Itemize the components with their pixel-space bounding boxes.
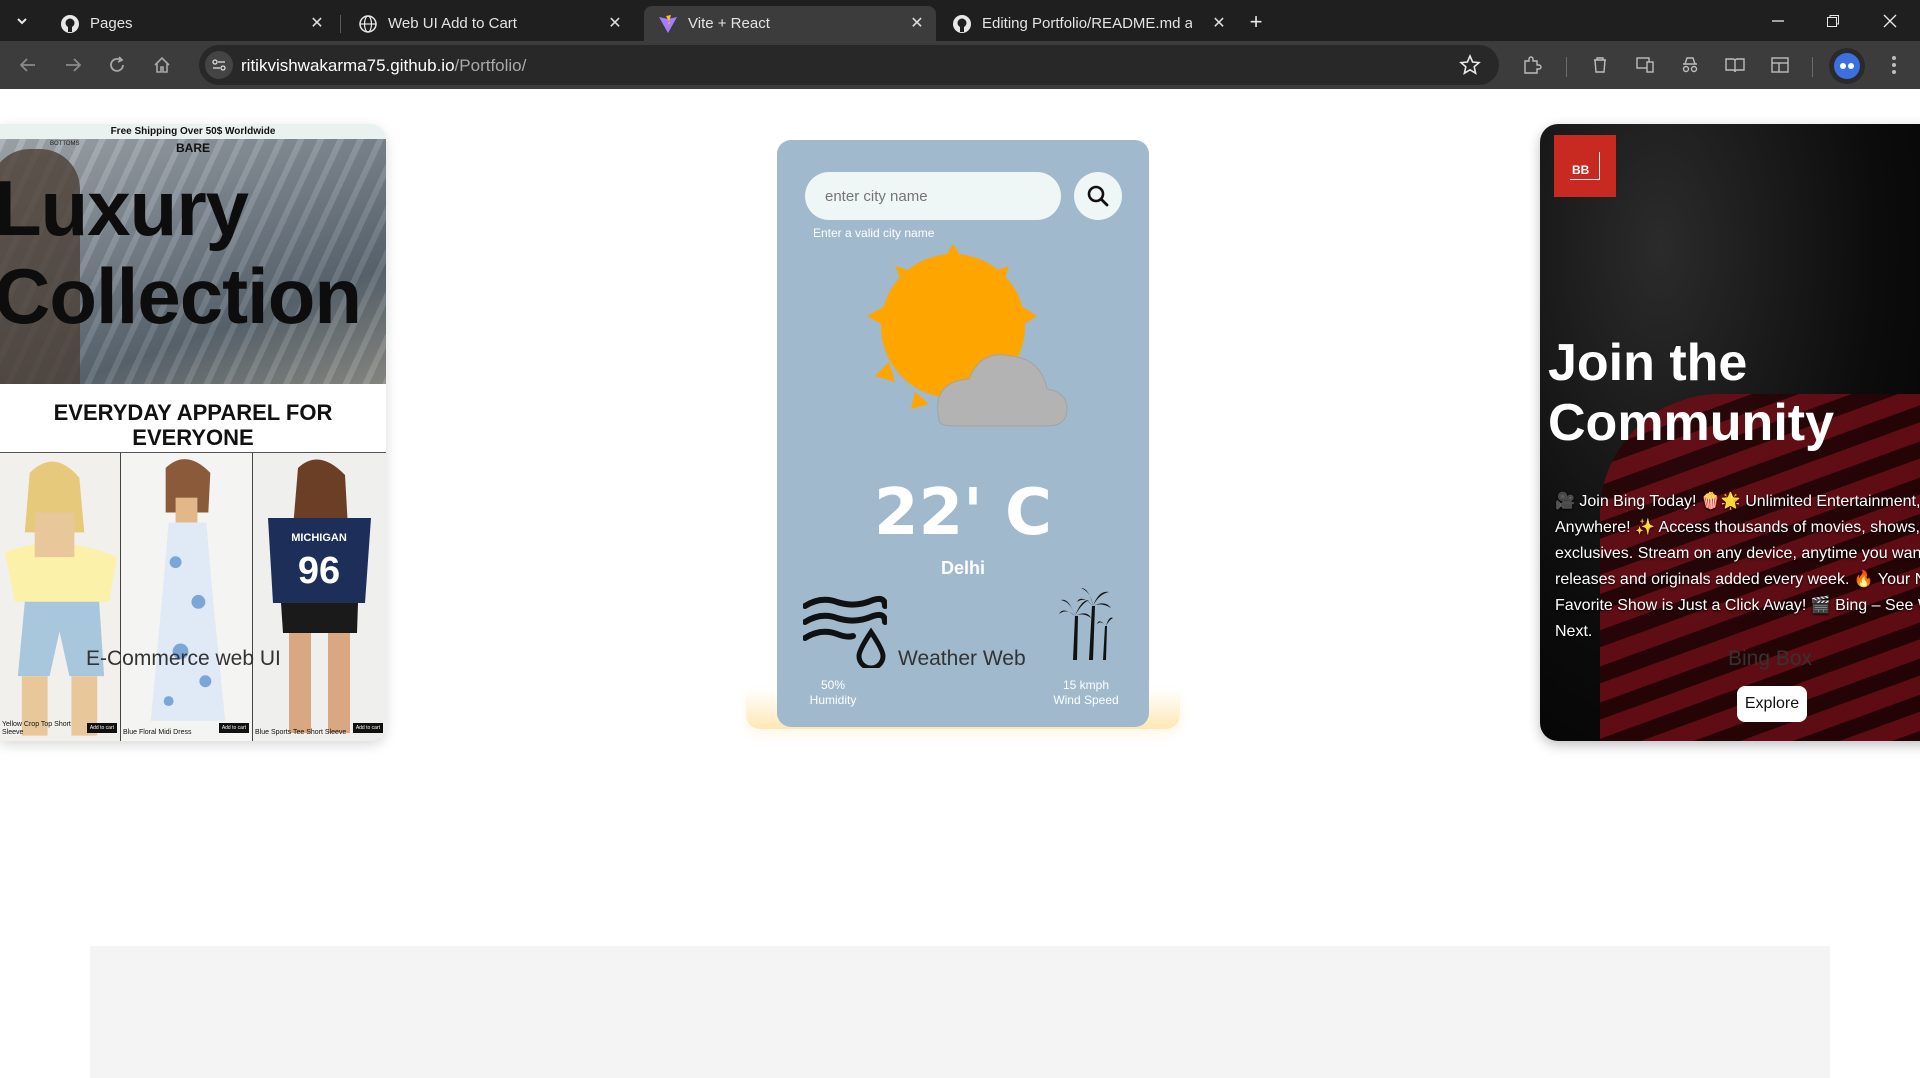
search-icon (1087, 185, 1109, 207)
project-card-bingbox[interactable]: BB Join the Community 🎥 Join Bing Today!… (1540, 124, 1920, 769)
tab-search-chevron-icon[interactable] (10, 9, 34, 33)
github-icon (952, 14, 972, 34)
portfolio-page: Free Shipping Over 50$ Worldwide BOTTOMS… (0, 89, 1920, 1078)
humidity-icon (803, 595, 887, 668)
palm-trees-wind-icon (1059, 588, 1113, 660)
humidity-label: Humidity (809, 693, 857, 707)
product-name: Blue Floral Midi Dress (123, 729, 192, 736)
add-to-cart-button[interactable]: Add to cart (352, 723, 383, 733)
product-name: Yellow Crop Top Short Sleeve (2, 721, 71, 736)
ecommerce-brand: BARE (175, 141, 210, 155)
bingbox-description: 🎥 Join Bing Today! 🍿🌟 Unlimited Entertai… (1555, 493, 1920, 640)
bingbox-logo: BB (1554, 135, 1616, 197)
wind-speed-label: Wind Speed (1053, 693, 1119, 707)
ecommerce-tagline: EVERYDAY APPAREL FOR EVERYONE (0, 384, 386, 452)
side-panel-icon[interactable] (1768, 53, 1792, 77)
close-tab-icon[interactable]: ✕ (308, 14, 326, 32)
sun-cloud-icon (867, 244, 1068, 427)
temperature-value: 22' C (874, 476, 1052, 550)
url-text[interactable]: ritikvishwakarma75.github.io/Portfolio/ (241, 56, 526, 76)
ecommerce-hero: BOTTOMS BARE Luxury Collection (0, 139, 386, 384)
ecommerce-product-grid: Yellow Crop Top Short Sleeve Add to cart… (0, 452, 386, 741)
github-icon (60, 14, 80, 34)
hero-heading-line1: Luxury (0, 164, 249, 252)
toolbar-divider (1812, 57, 1813, 77)
humidity-readout: 50% Humidity (783, 678, 883, 708)
tab-vite-react[interactable]: Vite + React ✕ (644, 6, 936, 41)
trash-icon[interactable] (1588, 53, 1612, 77)
restore-window-icon[interactable] (1813, 8, 1853, 34)
profile-avatar[interactable] (1829, 48, 1865, 84)
new-tab-button[interactable]: + (1245, 9, 1267, 34)
explore-button[interactable]: Explore (1737, 686, 1807, 722)
close-tab-icon[interactable]: ✕ (1210, 14, 1228, 32)
url-host: ritikvishwakarma75.github.io (241, 56, 455, 75)
wind-speed-readout: 15 kmph Wind Speed (1036, 678, 1136, 708)
product-photo-yellow-top (4, 461, 118, 736)
extensions-puzzle-icon[interactable] (1520, 53, 1544, 77)
svg-text:MICHIGAN: MICHIGAN (291, 532, 347, 544)
humidity-value: 50% (820, 678, 846, 692)
search-button[interactable] (1074, 172, 1122, 220)
close-window-icon[interactable] (1870, 8, 1910, 34)
product-name: Blue Sports Tee Short Sleeve (255, 729, 347, 736)
avatar-icon (1834, 53, 1860, 79)
product-photo-sports-tee: MICHIGAN 96 (268, 459, 371, 733)
toolbar-divider (1566, 57, 1567, 77)
hero-heading-line2: Collection (0, 252, 362, 340)
product-card: Yellow Crop Top Short Sleeve Add to cart (0, 453, 121, 741)
bingbox-heading: Join the Community (1548, 334, 1834, 452)
tab-editing-readme[interactable]: Editing Portfolio/README.md a ✕ (938, 6, 1238, 41)
bookmark-star-icon[interactable] (1459, 53, 1481, 76)
product-photo-floral-dress (150, 459, 226, 721)
tab-separator (340, 15, 341, 33)
next-section-panel (90, 946, 1830, 1078)
reading-list-icon[interactable] (1723, 53, 1747, 77)
tab-title: Pages (90, 15, 133, 32)
project-label-bingbox[interactable]: Bing Box (1728, 647, 1812, 671)
reload-icon[interactable] (103, 51, 131, 79)
wind-speed-value: 15 kmph (1062, 678, 1110, 692)
city-name: Delhi (940, 558, 985, 578)
product-card: MICHIGAN 96 Blue Sports Tee Short Sleeve… (253, 453, 386, 741)
home-icon[interactable] (148, 51, 176, 79)
browser-toolbar: ritikvishwakarma75.github.io/Portfolio/ (0, 41, 1920, 89)
more-menu-icon[interactable] (1882, 53, 1906, 77)
incognito-icon[interactable] (1678, 53, 1702, 77)
product-card: Blue Floral Midi Dress Add to cart (121, 453, 253, 741)
weather-app-preview[interactable]: Enter a valid city name 22' C Delhi (777, 140, 1149, 727)
tab-web-ui-add-to-cart[interactable]: Web UI Add to Cart ✕ (344, 6, 634, 41)
ecommerce-shipping-banner: Free Shipping Over 50$ Worldwide (0, 124, 386, 139)
tab-strip: Pages ✕ Web UI Add to Cart ✕ Vite + Reac… (0, 0, 1920, 41)
back-arrow-icon[interactable] (14, 51, 42, 79)
project-card-weather[interactable]: Enter a valid city name 22' C Delhi (746, 140, 1180, 780)
minimize-window-icon[interactable] (1758, 8, 1798, 34)
close-tab-icon[interactable]: ✕ (606, 14, 624, 32)
address-bar[interactable]: ritikvishwakarma75.github.io/Portfolio/ (199, 45, 1499, 85)
vite-icon (658, 14, 678, 34)
add-to-cart-button[interactable]: Add to cart (218, 723, 249, 733)
forward-arrow-icon[interactable] (59, 51, 87, 79)
url-path: /Portfolio/ (454, 56, 527, 75)
site-info-icon[interactable] (205, 51, 233, 79)
city-error-message: Enter a valid city name (813, 226, 935, 240)
project-label-ecommerce[interactable]: E-Commerce web UI (86, 647, 281, 671)
tab-pages[interactable]: Pages ✕ (46, 6, 336, 41)
bingbox-logo-text: BB (1570, 152, 1600, 180)
devices-icon[interactable] (1633, 53, 1657, 77)
tab-title: Web UI Add to Cart (388, 15, 517, 32)
close-tab-icon[interactable]: ✕ (908, 14, 926, 32)
svg-text:96: 96 (298, 550, 340, 592)
add-to-cart-button[interactable]: Add to cart (86, 723, 117, 733)
project-card-ecommerce[interactable]: Free Shipping Over 50$ Worldwide BOTTOMS… (0, 124, 386, 769)
project-label-weather[interactable]: Weather Web (898, 647, 1026, 671)
tab-title: Vite + React (688, 15, 770, 32)
tab-title: Editing Portfolio/README.md a (982, 15, 1192, 32)
globe-icon (358, 14, 378, 34)
city-search-input[interactable] (805, 172, 1061, 220)
